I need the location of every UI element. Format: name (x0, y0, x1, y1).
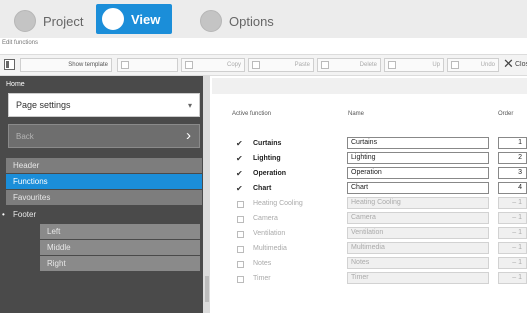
table-row: Notes Notes – 1 (0, 257, 527, 271)
function-label: Notes (253, 260, 272, 267)
undo-icon (451, 61, 459, 69)
up-button[interactable]: Up (384, 58, 444, 72)
paste-button[interactable]: Paste (248, 58, 314, 72)
order-input[interactable]: – 1 (498, 227, 527, 239)
order-input[interactable]: – 1 (498, 197, 527, 209)
function-label: Timer (253, 275, 271, 282)
function-label: Lighting (253, 155, 281, 162)
sidebar-home-label[interactable]: Home (6, 81, 25, 88)
name-input[interactable]: Notes (347, 257, 489, 269)
table-row: ✔ Operation Operation 3 (0, 167, 527, 181)
delete-icon (321, 61, 329, 69)
order-input[interactable]: 3 (498, 167, 527, 179)
tab-label: Options (229, 13, 274, 29)
checkbox-checked-icon[interactable]: ✔ (236, 154, 243, 163)
project-icon (14, 10, 36, 32)
order-input[interactable]: 2 (498, 152, 527, 164)
delete-label: Delete (359, 62, 377, 68)
column-header-active: Active function (232, 111, 272, 117)
table-row: Camera Camera – 1 (0, 212, 527, 226)
checkbox-unchecked-icon[interactable] (237, 276, 244, 283)
function-label: Operation (253, 170, 287, 177)
toolbar-button-2[interactable] (117, 58, 178, 72)
order-input[interactable]: – 1 (498, 272, 527, 284)
paste-label: Paste (294, 62, 310, 68)
name-input[interactable]: Curtains (347, 137, 489, 149)
name-input[interactable]: Heating Cooling (347, 197, 489, 209)
checkbox-unchecked-icon[interactable] (237, 261, 244, 268)
show-template-label: Show template (68, 62, 108, 68)
page-subtitle: Edit functions (2, 40, 39, 46)
name-input[interactable]: Operation (347, 167, 489, 179)
chevron-down-icon: ▾ (187, 101, 192, 110)
panel-header-band (212, 78, 527, 94)
undo-label: Undo (480, 62, 495, 68)
order-input[interactable]: 4 (498, 182, 527, 194)
column-header-name: Name (348, 111, 365, 117)
table-row: Heating Cooling Heating Cooling – 1 (0, 197, 527, 211)
close-icon[interactable]: ✕ (503, 57, 514, 71)
panel-toggle-icon[interactable] (4, 59, 15, 70)
up-icon (388, 61, 396, 69)
function-label: Curtains (253, 140, 282, 147)
checkbox-checked-icon[interactable]: ✔ (236, 139, 243, 148)
undo-button[interactable]: Undo (447, 58, 499, 72)
up-label: Up (432, 62, 440, 68)
name-input[interactable]: Timer (347, 272, 489, 284)
view-icon (102, 8, 124, 30)
function-label: Multimedia (253, 245, 287, 252)
table-row: Timer Timer – 1 (0, 272, 527, 286)
tab-project[interactable]: Project (14, 6, 83, 36)
page-select-value: Page settings (16, 100, 71, 110)
copy-button[interactable]: Copy (181, 58, 245, 72)
table-row: ✔ Lighting Lighting 2 (0, 152, 527, 166)
name-input[interactable]: Lighting (347, 152, 489, 164)
function-label: Heating Cooling (253, 200, 303, 207)
tab-view[interactable]: View (96, 4, 173, 34)
top-tab-bar: Project View Options (0, 0, 527, 38)
checkbox-checked-icon[interactable]: ✔ (236, 169, 243, 178)
checkbox-unchecked-icon[interactable] (237, 216, 244, 223)
name-input[interactable]: Ventilation (347, 227, 489, 239)
copy-label: Copy (226, 62, 241, 68)
table-row: ✔ Chart Chart 4 (0, 182, 527, 196)
column-header-order: Order (498, 111, 514, 117)
name-input[interactable]: Camera (347, 212, 489, 224)
page-select[interactable]: Page settings ▾ (8, 93, 200, 117)
options-icon (200, 10, 222, 32)
tab-label: View (131, 11, 161, 27)
show-template-button[interactable]: Show template (20, 58, 112, 72)
order-input[interactable]: – 1 (498, 242, 527, 254)
table-row: Multimedia Multimedia – 1 (0, 242, 527, 256)
tab-label: Project (43, 13, 84, 29)
checkbox-checked-icon[interactable]: ✔ (236, 184, 243, 193)
order-input[interactable]: 1 (498, 137, 527, 149)
delete-button[interactable]: Delete (317, 58, 381, 72)
checkbox-unchecked-icon[interactable] (237, 246, 244, 253)
function-label: Chart (253, 185, 272, 192)
copy-icon (185, 61, 193, 69)
function-label: Camera (253, 215, 278, 222)
toolbar: Show template Copy Paste Delete Up Undo … (0, 54, 527, 76)
checkbox-unchecked-icon[interactable] (237, 231, 244, 238)
paste-icon (252, 61, 260, 69)
table-row: ✔ Curtains Curtains 1 (0, 137, 527, 151)
tab-options[interactable]: Options (200, 6, 274, 36)
name-input[interactable]: Multimedia (347, 242, 489, 254)
order-input[interactable]: – 1 (498, 212, 527, 224)
close-label[interactable]: Close (515, 61, 527, 68)
table-row: Ventilation Ventilation – 1 (0, 227, 527, 241)
order-input[interactable]: – 1 (498, 257, 527, 269)
checkbox-unchecked-icon[interactable] (237, 201, 244, 208)
name-input[interactable]: Chart (347, 182, 489, 194)
function-label: Ventilation (253, 230, 286, 237)
toolbar-icon (121, 61, 129, 69)
